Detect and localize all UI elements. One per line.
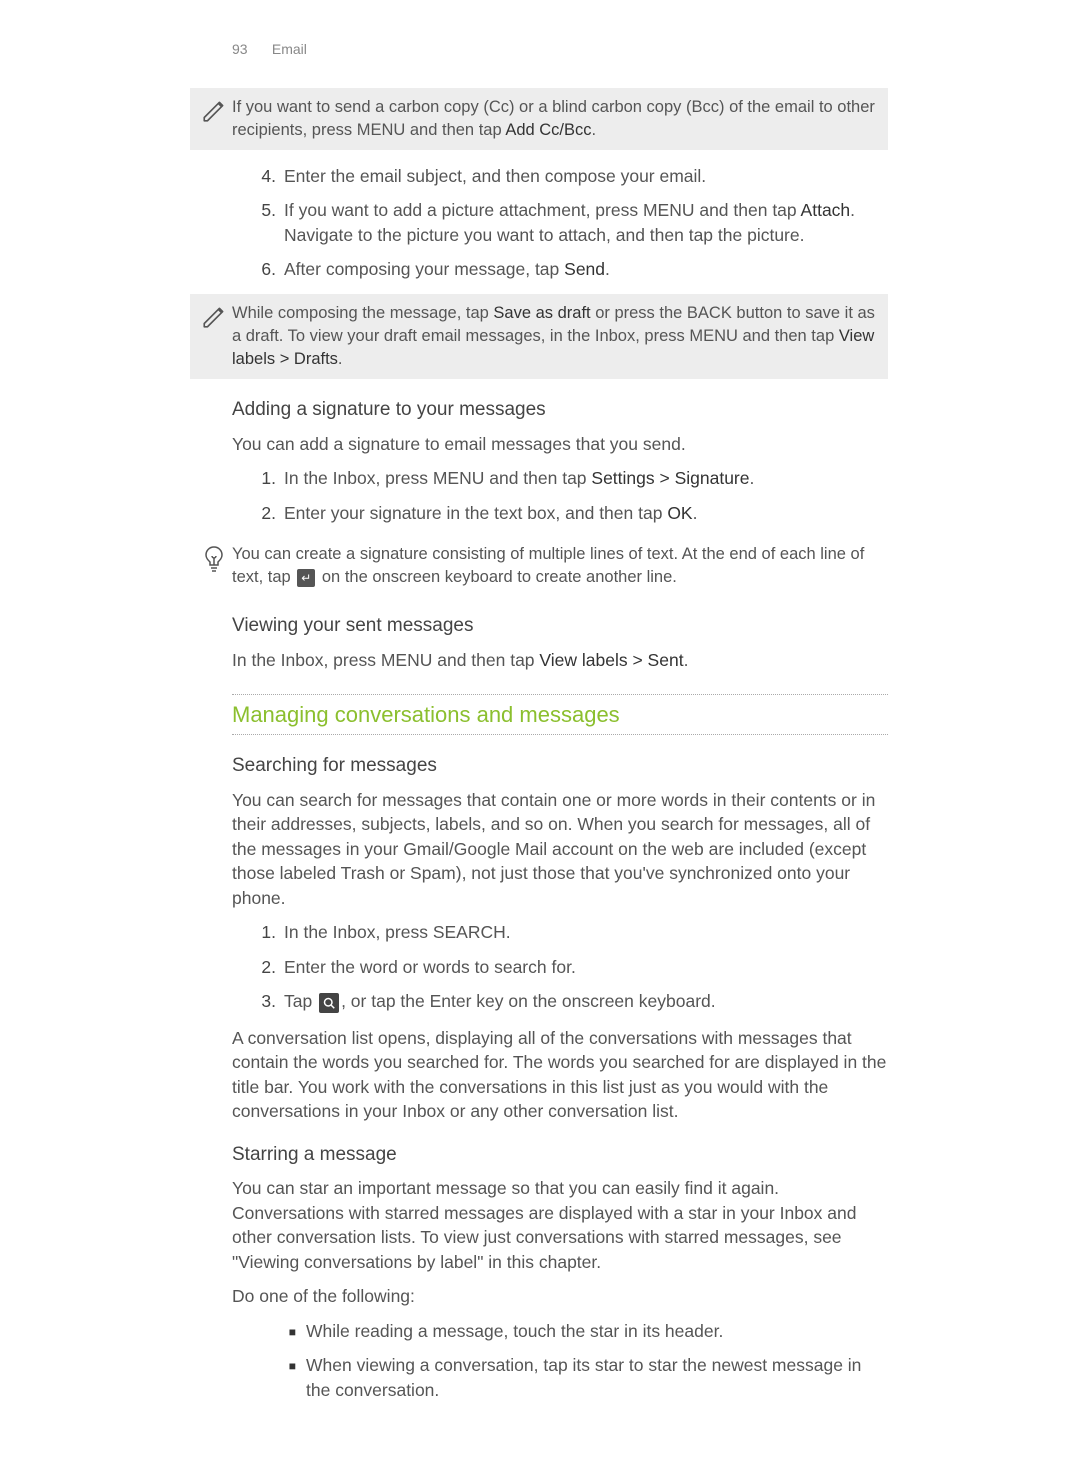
para-signature: You can add a signature to email message… xyxy=(232,432,888,457)
heading-star: Starring a message xyxy=(232,1142,888,1169)
section-title: Managing conversations and messages xyxy=(232,696,888,733)
heading-sent: Viewing your sent messages xyxy=(232,613,888,640)
list-item: 2.Enter your signature in the text box, … xyxy=(232,501,888,526)
note-save-draft: While composing the message, tap Save as… xyxy=(190,294,888,379)
note-text: While composing the message, tap Save as… xyxy=(232,302,876,371)
para-search-result: A conversation list opens, displaying al… xyxy=(232,1026,888,1124)
list-item: 6.After composing your message, tap Send… xyxy=(232,257,888,282)
para-do-one: Do one of the following: xyxy=(232,1284,888,1309)
page-number: 93 xyxy=(232,40,268,60)
section-divider: Managing conversations and messages xyxy=(232,694,888,735)
note-text: If you want to send a carbon copy (Cc) o… xyxy=(232,96,876,142)
star-bullets: ■While reading a message, touch the star… xyxy=(232,1319,888,1403)
signature-steps: 1.In the Inbox, press MENU and then tap … xyxy=(232,466,888,525)
search-icon xyxy=(319,993,339,1013)
list-item: 1.In the Inbox, press SEARCH. xyxy=(232,920,888,945)
list-item: ■When viewing a conversation, tap its st… xyxy=(232,1353,888,1402)
list-item: 4.Enter the email subject, and then comp… xyxy=(232,164,888,189)
pencil-icon xyxy=(196,96,232,124)
pencil-icon xyxy=(196,302,232,330)
page-header: 93 Email xyxy=(232,40,1080,60)
search-steps: 1.In the Inbox, press SEARCH. 2.Enter the… xyxy=(232,920,888,1014)
list-item: 3.Tap , or tap the Enter key on the onsc… xyxy=(232,989,888,1014)
para-sent: In the Inbox, press MENU and then tap Vi… xyxy=(232,648,888,673)
para-search-intro: You can search for messages that contain… xyxy=(232,788,888,911)
compose-steps: 4.Enter the email subject, and then comp… xyxy=(232,164,888,282)
chapter-title: Email xyxy=(272,41,307,57)
para-star-intro: You can star an important message so tha… xyxy=(232,1176,888,1274)
manual-page: 93 Email If you want to send a carbon co… xyxy=(0,0,1080,1474)
list-item: ■While reading a message, touch the star… xyxy=(232,1319,888,1344)
list-item: 1.In the Inbox, press MENU and then tap … xyxy=(232,466,888,491)
enter-key-icon: ↵ xyxy=(297,569,315,587)
note-cc-bcc: If you want to send a carbon copy (Cc) o… xyxy=(190,88,888,150)
list-item: 5.If you want to add a picture attachmen… xyxy=(232,198,888,247)
list-item: 2.Enter the word or words to search for. xyxy=(232,955,888,980)
tip-text: You can create a signature consisting of… xyxy=(232,543,888,589)
tip-signature-multiline: You can create a signature consisting of… xyxy=(190,537,888,595)
lightbulb-icon xyxy=(196,543,232,573)
heading-search: Searching for messages xyxy=(232,753,888,780)
heading-signature: Adding a signature to your messages xyxy=(232,397,888,424)
